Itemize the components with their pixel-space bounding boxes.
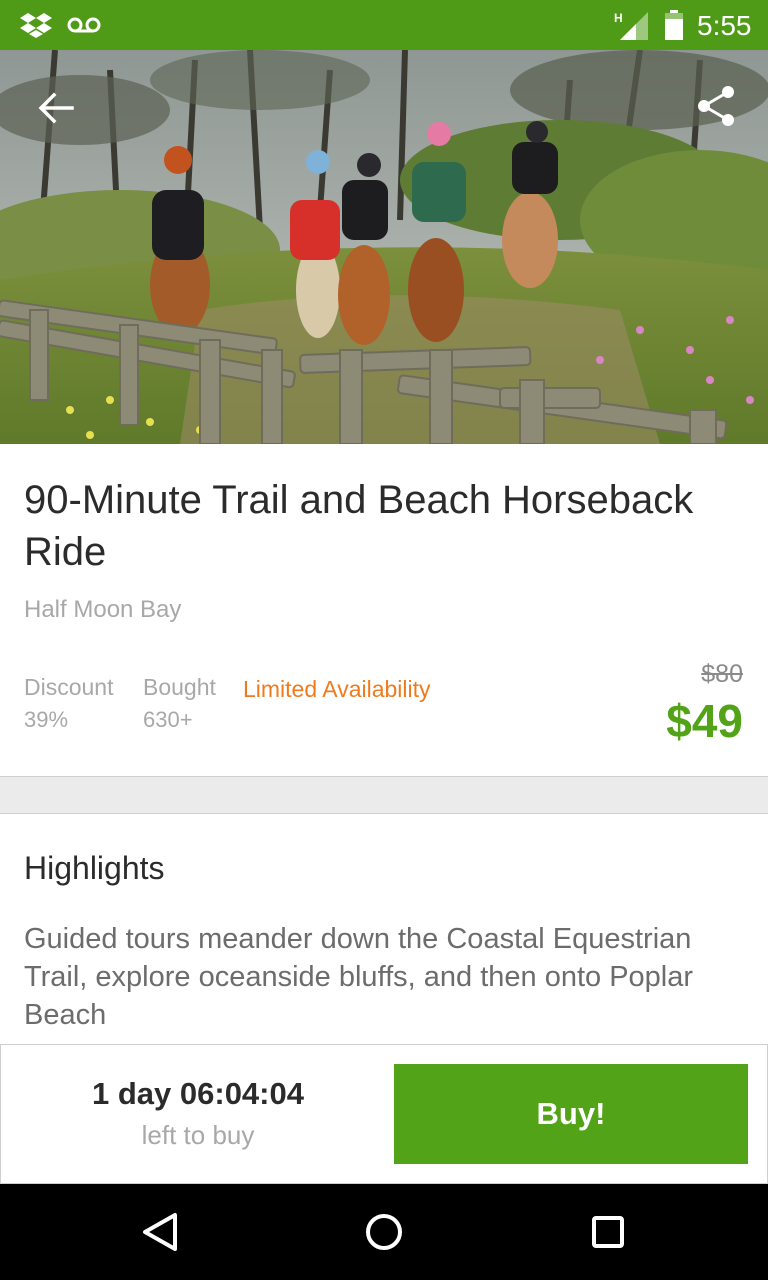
nav-bar <box>0 1184 768 1280</box>
signal-icon: H <box>614 11 648 40</box>
bought-value: 630+ <box>143 707 193 732</box>
status-time: 5:55 <box>697 10 752 41</box>
status-bar: H 5:55 <box>0 0 768 50</box>
buy-button[interactable]: Buy! <box>394 1064 748 1164</box>
share-icon[interactable] <box>692 82 740 130</box>
countdown-timer: 1 day 06:04:04 <box>92 1076 304 1111</box>
availability-badge: Limited Availability <box>243 676 431 702</box>
deal-title: 90-Minute Trail and Beach Horseback Ride <box>24 478 694 574</box>
discount-value: 39% <box>24 707 69 732</box>
horseback-riders-photo <box>0 50 768 444</box>
bought-label: Bought <box>143 674 216 700</box>
highlights-text: Guided tours meander down the Coastal Eq… <box>24 923 694 1031</box>
network-type-label: H <box>614 11 623 25</box>
home-circle-icon[interactable] <box>356 1204 412 1260</box>
hero-image <box>0 50 768 444</box>
discount-label: Discount <box>24 674 114 700</box>
voicemail-icon <box>67 17 101 33</box>
back-arrow-icon[interactable] <box>32 84 80 132</box>
countdown-suffix: left to buy <box>141 1120 255 1150</box>
dropbox-icon <box>20 13 52 38</box>
recents-square-icon[interactable] <box>580 1204 636 1260</box>
deal-price: $49 <box>666 695 743 747</box>
section-divider <box>0 776 768 814</box>
highlights-heading: Highlights <box>24 850 165 886</box>
deal-location: Half Moon Bay <box>24 596 182 623</box>
back-triangle-icon[interactable] <box>131 1204 187 1260</box>
original-price: $80 <box>701 660 743 688</box>
battery-icon <box>665 10 683 40</box>
